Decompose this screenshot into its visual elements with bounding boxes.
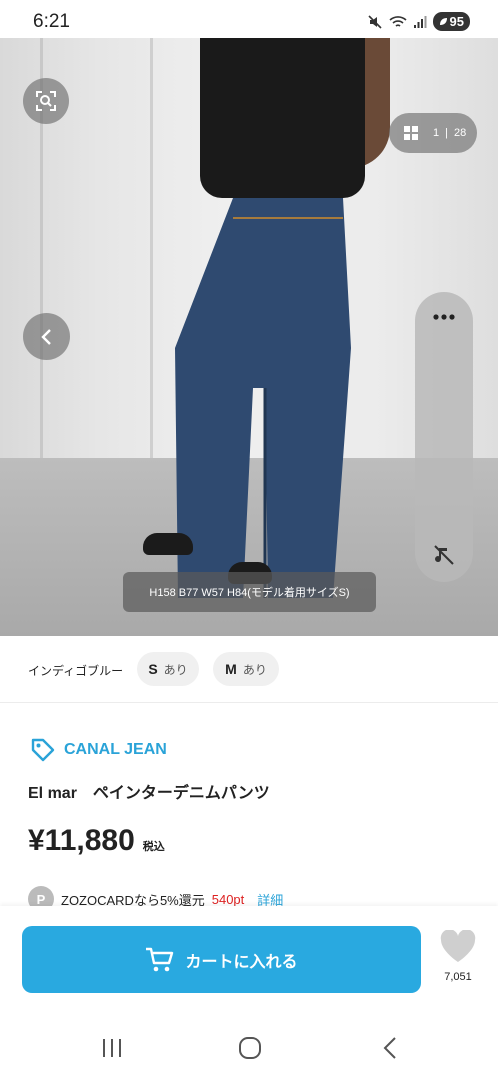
battery-indicator: 95 [432, 12, 470, 31]
wifi-icon [388, 15, 407, 27]
model-size-caption: H158 B77 W57 H84(モデル着用サイズS) [123, 572, 376, 612]
model-top [200, 38, 365, 198]
image-counter-button[interactable]: 1 | 28 [389, 113, 477, 153]
favorite-count: 7,051 [444, 971, 472, 983]
size-availability: あり [163, 662, 188, 677]
mute-icon [367, 14, 382, 29]
recent-apps-button[interactable] [92, 1034, 132, 1062]
previous-image-button[interactable] [23, 313, 70, 360]
model-jeans [175, 198, 351, 598]
add-to-cart-button[interactable]: カートに入れる [22, 926, 421, 993]
size-label: S [148, 661, 158, 677]
music-off-icon [434, 545, 454, 565]
size-chip-m[interactable]: M あり [213, 652, 279, 686]
chevron-left-icon [40, 328, 51, 345]
image-counter-total: 28 [453, 127, 467, 139]
price-amount: ¥11,880 [28, 824, 135, 857]
heart-icon [440, 929, 476, 962]
model-shoe [143, 533, 193, 555]
counter-separator-icon: | [445, 127, 448, 139]
home-button[interactable] [230, 1034, 270, 1062]
battery-level: 95 [449, 14, 464, 29]
product-name: El mar ペインターデニムパンツ [28, 785, 270, 802]
back-button[interactable] [370, 1034, 410, 1062]
signal-icon [413, 15, 427, 28]
variant-selector: インディゴブルー S あり M あり [0, 636, 498, 703]
wall-edge [150, 38, 153, 468]
favorite-button[interactable]: 7,051 [438, 929, 478, 983]
recent-apps-icon [103, 1039, 121, 1057]
system-navigation-bar [0, 1014, 498, 1080]
leaf-icon [439, 18, 447, 25]
mute-sound-button[interactable] [431, 542, 457, 568]
brand-link[interactable]: CANAL JEAN [30, 737, 167, 763]
status-time: 6:21 [33, 11, 70, 32]
brand-name: CANAL JEAN [64, 741, 167, 758]
image-counter-current: 1 [433, 127, 440, 139]
color-name: インディゴブルー [28, 664, 124, 678]
size-chip-s[interactable]: S あり [137, 652, 199, 686]
more-icon [433, 314, 455, 320]
tax-label: 税込 [142, 841, 165, 853]
back-icon [383, 1037, 396, 1059]
status-icons: 95 [367, 12, 470, 31]
zozocard-points: 540pt [211, 891, 245, 907]
home-icon [239, 1037, 261, 1059]
bottom-action-bar: カートに入れる 7,051 [0, 906, 498, 1014]
cart-icon [146, 947, 174, 971]
more-options-button[interactable] [429, 310, 459, 324]
tag-icon [31, 738, 55, 762]
image-search-icon [36, 91, 56, 111]
size-availability: あり [242, 662, 267, 677]
size-label: M [225, 661, 237, 677]
image-search-button[interactable] [23, 78, 69, 124]
floating-side-panel [415, 292, 473, 582]
status-bar: 6:21 95 [0, 0, 498, 40]
price-block: ¥11,880 税込 [28, 824, 165, 858]
grid-icon [404, 126, 418, 140]
add-to-cart-label: カートに入れる [185, 953, 298, 971]
